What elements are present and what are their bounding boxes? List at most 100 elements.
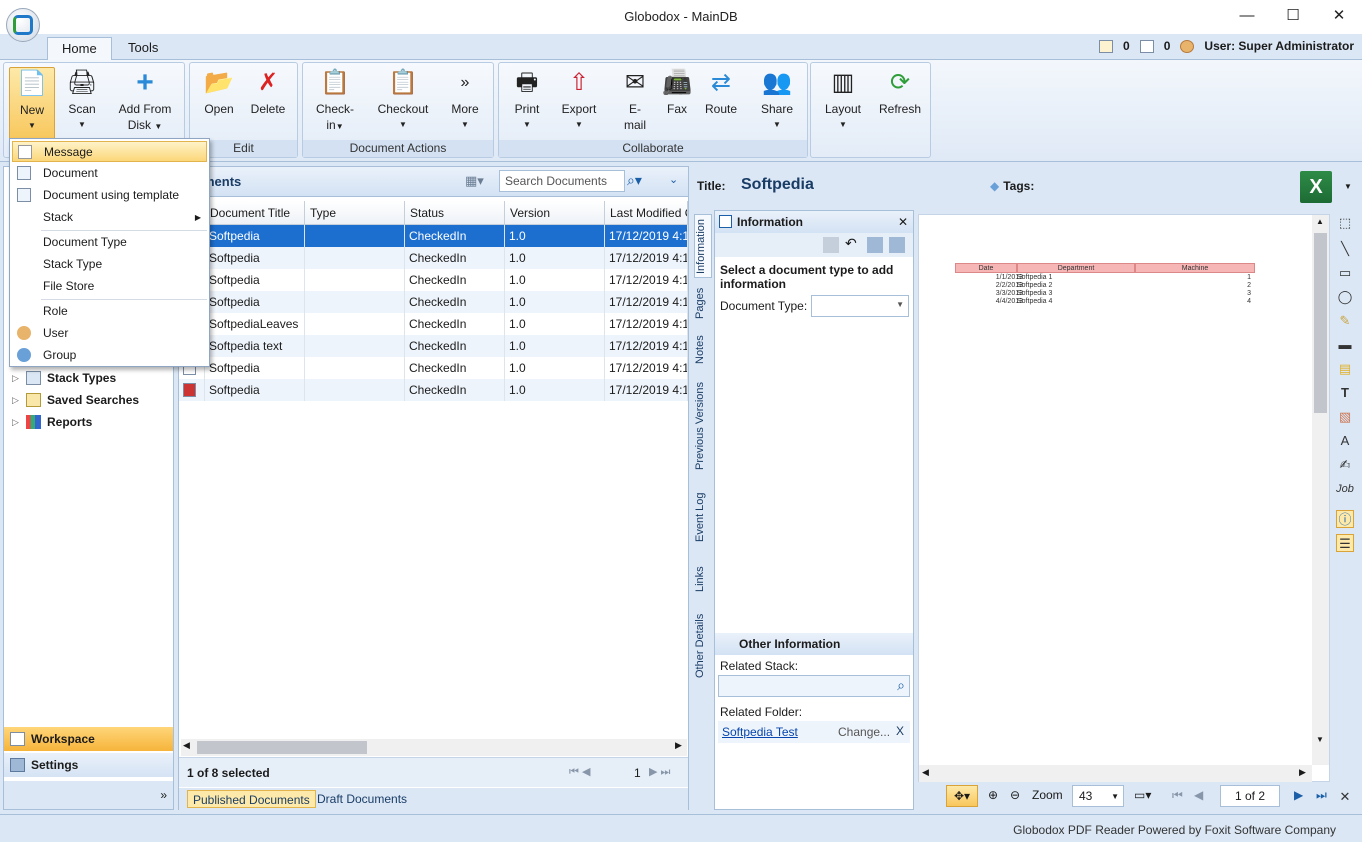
more-button[interactable]: » More ▼ — [443, 67, 487, 133]
tab-draft-documents[interactable]: Draft Documents — [312, 790, 412, 808]
column-header-version[interactable]: Version — [505, 201, 605, 225]
nav-settings[interactable]: Settings — [4, 753, 173, 777]
tab-published-documents[interactable]: Published Documents — [187, 790, 316, 808]
ellipse-tool-icon[interactable]: ◯ — [1336, 288, 1354, 306]
column-header-status[interactable]: Status — [405, 201, 505, 225]
menu-item-document-type[interactable]: Document Type — [12, 232, 207, 253]
checkin-button[interactable]: 📋 Check- in▼ — [309, 67, 361, 135]
fax-button[interactable]: 📠 Fax — [659, 67, 695, 117]
remove-folder-button[interactable]: X — [896, 724, 904, 738]
table-row[interactable]: SoftpediaLeaves CheckedIn 1.0 17/12/2019 4:… — [179, 313, 688, 335]
tab-home[interactable]: Home — [47, 37, 112, 61]
vtab-event-log[interactable]: Event Log — [694, 480, 712, 554]
rectangle-tool-icon[interactable]: ▭ — [1336, 264, 1354, 282]
line-tool-icon[interactable]: ╲ — [1336, 240, 1354, 258]
viewer-horizontal-scrollbar[interactable]: ◀ ▶ — [919, 765, 1312, 782]
search-icon[interactable]: ⌕ — [897, 677, 905, 694]
menu-item-role[interactable]: Role — [12, 301, 207, 322]
job-tool-icon[interactable]: Job — [1336, 480, 1354, 498]
table-row[interactable]: Softpedia CheckedIn 1.0 17/12/2019 4:1 — [179, 291, 688, 313]
related-folder-link[interactable]: Softpedia Test — [722, 725, 798, 739]
next-page-icon[interactable]: ▶ ⏭ — [649, 765, 670, 779]
menu-item-document-template[interactable]: Document using template — [12, 185, 207, 206]
collapse-icon[interactable]: ⌄ — [669, 173, 678, 186]
list-view-icon[interactable] — [867, 237, 883, 253]
table-row[interactable]: Softpedia CheckedIn 1.0 17/12/2019 4:1 — [179, 225, 688, 247]
nav-workspace[interactable]: Workspace — [4, 727, 173, 751]
highlighter-tool-icon[interactable]: ✎ — [1336, 312, 1354, 330]
horizontal-scrollbar[interactable]: ◀ ▶ — [181, 739, 687, 756]
vtab-previous-versions[interactable]: Previous Versions — [694, 376, 712, 476]
add-from-disk-button[interactable]: + Add From Disk ▼ — [112, 67, 178, 135]
maximize-button[interactable]: ☐ — [1270, 4, 1316, 30]
zoom-out-icon[interactable]: ⊖ — [1010, 788, 1020, 802]
vtab-pages[interactable]: Pages — [694, 282, 712, 324]
stamp-tool-icon[interactable]: ▧ — [1336, 408, 1354, 426]
excel-icon[interactable]: X — [1300, 171, 1332, 203]
menu-item-stack[interactable]: Stack ▶ — [12, 207, 207, 228]
search-input[interactable]: Search Documents — [499, 170, 625, 192]
column-header-type[interactable]: Type — [305, 201, 405, 225]
expand-icon[interactable]: ▷ — [12, 390, 20, 410]
route-button[interactable]: ⇄ Route — [701, 67, 741, 117]
info-icon[interactable]: ⓘ — [1336, 510, 1354, 528]
save-icon[interactable] — [823, 237, 839, 253]
typewriter-tool-icon[interactable]: A — [1336, 432, 1354, 450]
expand-icon[interactable]: ▷ — [12, 412, 20, 432]
expand-icon[interactable]: ▷ — [12, 368, 20, 388]
table-row[interactable]: Softpedia CheckedIn 1.0 17/12/2019 4:1 — [179, 269, 688, 291]
layout-button[interactable]: ▥ Layout ▼ — [819, 67, 867, 133]
scan-button[interactable]: 🖨 Scan ▼ — [60, 67, 104, 133]
scroll-right-icon[interactable]: ▶ — [675, 740, 682, 751]
tasks-icon[interactable] — [1099, 39, 1114, 53]
column-header-title[interactable]: Document Title — [205, 201, 305, 225]
open-button[interactable]: 📂 Open — [198, 67, 240, 117]
note-tool-icon[interactable]: ▤ — [1336, 360, 1354, 378]
text-tool-icon[interactable]: T — [1336, 384, 1354, 402]
scroll-up-icon[interactable]: ▲ — [1316, 217, 1324, 226]
table-row[interactable]: Softpedia CheckedIn 1.0 17/12/2019 4:1 — [179, 247, 688, 269]
export-button[interactable]: ⇧ Export ▼ — [557, 67, 601, 133]
notes-panel-icon[interactable]: ☰ — [1336, 534, 1354, 552]
undo-icon[interactable]: ↶ — [845, 235, 857, 252]
table-row[interactable]: Softpedia text CheckedIn 1.0 17/12/2019 4:1 — [179, 335, 688, 357]
vtab-notes[interactable]: Notes — [694, 328, 712, 372]
first-page-icon[interactable]: ⏮ ◀ — [569, 765, 590, 779]
fit-page-icon[interactable]: ▭▾ — [1134, 788, 1151, 802]
pan-tool-button[interactable]: ✥▾ — [946, 785, 978, 807]
grid-view-icon[interactable] — [889, 237, 905, 253]
vtab-links[interactable]: Links — [694, 558, 712, 600]
app-logo-icon[interactable] — [6, 8, 40, 42]
refresh-button[interactable]: ⟳ Refresh — [875, 67, 925, 117]
next-page-icon[interactable]: ▶ — [1294, 788, 1303, 802]
nav-more-button[interactable]: » — [4, 781, 173, 809]
table-row[interactable]: Softpedia CheckedIn 1.0 17/12/2019 4:1 — [179, 357, 688, 379]
scroll-left-icon[interactable]: ◀ — [183, 740, 190, 751]
signature-tool-icon[interactable]: ✍ — [1336, 456, 1354, 474]
delete-button[interactable]: ✗ Delete — [246, 67, 290, 117]
tree-item-stack-types[interactable]: ▷ Stack Types — [12, 368, 116, 388]
scroll-left-icon[interactable]: ◀ — [922, 767, 929, 778]
menu-item-user[interactable]: User — [12, 323, 207, 344]
change-folder-link[interactable]: Change... — [838, 725, 890, 739]
print-button[interactable]: 🖶 Print ▼ — [507, 67, 547, 133]
last-page-icon[interactable]: ⏭ — [1316, 788, 1327, 803]
vtab-other-details[interactable]: Other Details — [694, 604, 712, 688]
menu-item-document[interactable]: Document — [12, 163, 207, 184]
document-type-select[interactable]: ▼ — [811, 295, 909, 317]
tree-item-saved-searches[interactable]: ▷ Saved Searches — [12, 390, 139, 410]
checkout-button[interactable]: 📋 Checkout ▼ — [373, 67, 433, 133]
related-stack-input[interactable]: ⌕ — [718, 675, 910, 697]
close-button[interactable]: ✕ — [1316, 4, 1362, 30]
select-tool-icon[interactable]: ⬚ — [1336, 214, 1354, 232]
first-page-icon[interactable]: ⏮ — [1172, 788, 1183, 803]
page-input[interactable]: 1 of 2 — [1220, 785, 1280, 807]
scroll-down-icon[interactable]: ▼ — [1316, 735, 1324, 744]
mail-icon[interactable] — [1139, 39, 1154, 53]
tab-tools[interactable]: Tools — [114, 37, 172, 61]
close-icon[interactable]: ✕ — [1336, 788, 1354, 806]
strikeout-tool-icon[interactable]: ▬ — [1336, 336, 1354, 354]
zoom-select[interactable]: 43 ▼ — [1072, 785, 1124, 807]
pdf-viewer[interactable]: Date Department Machine 1/1/2013 Softpedi… — [918, 214, 1330, 782]
tree-item-reports[interactable]: ▷ Reports — [12, 412, 92, 432]
